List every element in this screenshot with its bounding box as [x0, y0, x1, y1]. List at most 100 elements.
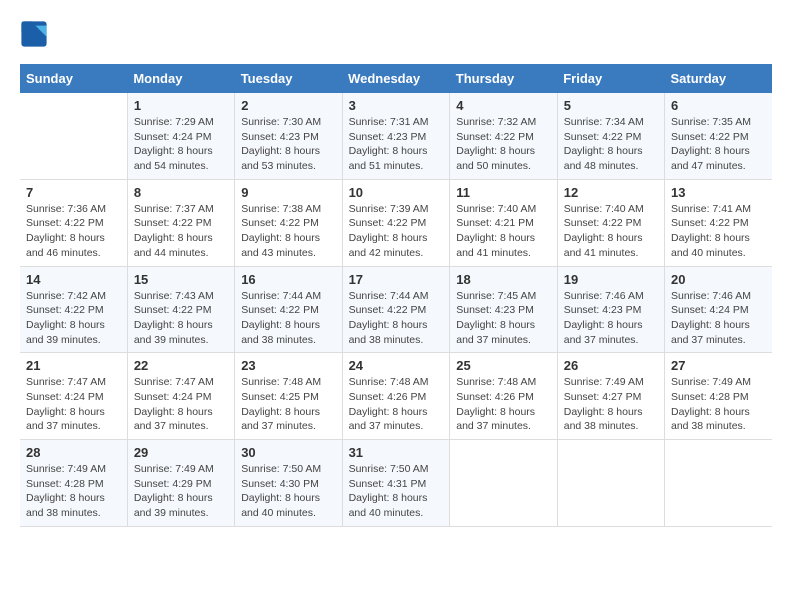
calendar-cell: 28 Sunrise: 7:49 AM Sunset: 4:28 PM Dayli…	[20, 440, 127, 527]
logo-icon	[20, 20, 48, 48]
day-number: 2	[241, 98, 335, 113]
calendar-cell	[665, 440, 773, 527]
calendar-cell	[450, 440, 557, 527]
day-number: 14	[26, 272, 121, 287]
day-info: Sunrise: 7:50 AM Sunset: 4:30 PM Dayligh…	[241, 462, 335, 521]
calendar-cell: 20 Sunrise: 7:46 AM Sunset: 4:24 PM Dayli…	[665, 266, 773, 353]
weekday-header-friday: Friday	[557, 64, 664, 93]
day-number: 31	[349, 445, 444, 460]
day-number: 26	[564, 358, 658, 373]
day-info: Sunrise: 7:40 AM Sunset: 4:22 PM Dayligh…	[564, 202, 658, 261]
day-number: 7	[26, 185, 121, 200]
calendar-cell: 15 Sunrise: 7:43 AM Sunset: 4:22 PM Dayli…	[127, 266, 234, 353]
day-info: Sunrise: 7:49 AM Sunset: 4:27 PM Dayligh…	[564, 375, 658, 434]
day-info: Sunrise: 7:34 AM Sunset: 4:22 PM Dayligh…	[564, 115, 658, 174]
day-number: 15	[134, 272, 228, 287]
day-number: 21	[26, 358, 121, 373]
day-number: 18	[456, 272, 550, 287]
day-number: 27	[671, 358, 766, 373]
day-number: 30	[241, 445, 335, 460]
calendar-cell: 29 Sunrise: 7:49 AM Sunset: 4:29 PM Dayli…	[127, 440, 234, 527]
calendar-cell: 25 Sunrise: 7:48 AM Sunset: 4:26 PM Dayli…	[450, 353, 557, 440]
day-number: 9	[241, 185, 335, 200]
weekday-header-sunday: Sunday	[20, 64, 127, 93]
calendar-week-row: 28 Sunrise: 7:49 AM Sunset: 4:28 PM Dayli…	[20, 440, 772, 527]
calendar-cell: 16 Sunrise: 7:44 AM Sunset: 4:22 PM Dayli…	[235, 266, 342, 353]
calendar-week-row: 7 Sunrise: 7:36 AM Sunset: 4:22 PM Daylig…	[20, 179, 772, 266]
weekday-header-monday: Monday	[127, 64, 234, 93]
calendar-cell: 6Sunrise: 7:35 AM Sunset: 4:22 PM Daylig…	[665, 93, 773, 179]
day-number: 19	[564, 272, 658, 287]
day-number: 16	[241, 272, 335, 287]
calendar-cell: 11Sunrise: 7:40 AM Sunset: 4:21 PM Dayli…	[450, 179, 557, 266]
calendar-week-row: 21 Sunrise: 7:47 AM Sunset: 4:24 PM Dayli…	[20, 353, 772, 440]
day-info: Sunrise: 7:49 AM Sunset: 4:28 PM Dayligh…	[671, 375, 766, 434]
calendar-cell: 10 Sunrise: 7:39 AM Sunset: 4:22 PM Dayli…	[342, 179, 450, 266]
day-number: 11	[456, 185, 550, 200]
day-info: Sunrise: 7:45 AM Sunset: 4:23 PM Dayligh…	[456, 289, 550, 348]
calendar-cell: 12 Sunrise: 7:40 AM Sunset: 4:22 PM Dayli…	[557, 179, 664, 266]
page-header	[20, 20, 772, 48]
day-info: Sunrise: 7:47 AM Sunset: 4:24 PM Dayligh…	[134, 375, 228, 434]
day-info: Sunrise: 7:47 AM Sunset: 4:24 PM Dayligh…	[26, 375, 121, 434]
day-info: Sunrise: 7:46 AM Sunset: 4:23 PM Dayligh…	[564, 289, 658, 348]
calendar-cell: 30 Sunrise: 7:50 AM Sunset: 4:30 PM Dayli…	[235, 440, 342, 527]
weekday-header-tuesday: Tuesday	[235, 64, 342, 93]
calendar-cell: 22Sunrise: 7:47 AM Sunset: 4:24 PM Dayli…	[127, 353, 234, 440]
day-number: 5	[564, 98, 658, 113]
calendar-cell: 24 Sunrise: 7:48 AM Sunset: 4:26 PM Dayli…	[342, 353, 450, 440]
day-info: Sunrise: 7:48 AM Sunset: 4:26 PM Dayligh…	[349, 375, 444, 434]
day-info: Sunrise: 7:44 AM Sunset: 4:22 PM Dayligh…	[241, 289, 335, 348]
day-number: 28	[26, 445, 121, 460]
calendar-cell: 21 Sunrise: 7:47 AM Sunset: 4:24 PM Dayli…	[20, 353, 127, 440]
day-number: 24	[349, 358, 444, 373]
day-number: 20	[671, 272, 766, 287]
calendar-cell: 26 Sunrise: 7:49 AM Sunset: 4:27 PM Dayli…	[557, 353, 664, 440]
day-number: 8	[134, 185, 228, 200]
calendar-cell: 4Sunrise: 7:32 AM Sunset: 4:22 PM Daylig…	[450, 93, 557, 179]
day-info: Sunrise: 7:32 AM Sunset: 4:22 PM Dayligh…	[456, 115, 550, 174]
weekday-header-wednesday: Wednesday	[342, 64, 450, 93]
day-info: Sunrise: 7:43 AM Sunset: 4:22 PM Dayligh…	[134, 289, 228, 348]
day-info: Sunrise: 7:41 AM Sunset: 4:22 PM Dayligh…	[671, 202, 766, 261]
day-info: Sunrise: 7:35 AM Sunset: 4:22 PM Dayligh…	[671, 115, 766, 174]
day-number: 13	[671, 185, 766, 200]
day-info: Sunrise: 7:42 AM Sunset: 4:22 PM Dayligh…	[26, 289, 121, 348]
weekday-header-saturday: Saturday	[665, 64, 773, 93]
weekday-header-row: SundayMondayTuesdayWednesdayThursdayFrid…	[20, 64, 772, 93]
day-info: Sunrise: 7:50 AM Sunset: 4:31 PM Dayligh…	[349, 462, 444, 521]
day-info: Sunrise: 7:30 AM Sunset: 4:23 PM Dayligh…	[241, 115, 335, 174]
day-info: Sunrise: 7:36 AM Sunset: 4:22 PM Dayligh…	[26, 202, 121, 261]
calendar-cell: 7 Sunrise: 7:36 AM Sunset: 4:22 PM Daylig…	[20, 179, 127, 266]
calendar-cell: 8 Sunrise: 7:37 AM Sunset: 4:22 PM Daylig…	[127, 179, 234, 266]
day-info: Sunrise: 7:46 AM Sunset: 4:24 PM Dayligh…	[671, 289, 766, 348]
day-number: 10	[349, 185, 444, 200]
day-number: 23	[241, 358, 335, 373]
day-number: 25	[456, 358, 550, 373]
calendar-cell: 31 Sunrise: 7:50 AM Sunset: 4:31 PM Dayli…	[342, 440, 450, 527]
calendar-cell: 27 Sunrise: 7:49 AM Sunset: 4:28 PM Dayli…	[665, 353, 773, 440]
day-info: Sunrise: 7:37 AM Sunset: 4:22 PM Dayligh…	[134, 202, 228, 261]
day-info: Sunrise: 7:44 AM Sunset: 4:22 PM Dayligh…	[349, 289, 444, 348]
day-number: 12	[564, 185, 658, 200]
day-number: 17	[349, 272, 444, 287]
calendar-table: SundayMondayTuesdayWednesdayThursdayFrid…	[20, 64, 772, 527]
day-info: Sunrise: 7:48 AM Sunset: 4:25 PM Dayligh…	[241, 375, 335, 434]
calendar-cell: 14 Sunrise: 7:42 AM Sunset: 4:22 PM Dayli…	[20, 266, 127, 353]
day-number: 3	[349, 98, 444, 113]
calendar-week-row: 1Sunrise: 7:29 AM Sunset: 4:24 PM Daylig…	[20, 93, 772, 179]
calendar-cell: 2 Sunrise: 7:30 AM Sunset: 4:23 PM Daylig…	[235, 93, 342, 179]
day-info: Sunrise: 7:49 AM Sunset: 4:28 PM Dayligh…	[26, 462, 121, 521]
calendar-cell	[20, 93, 127, 179]
calendar-cell: 5 Sunrise: 7:34 AM Sunset: 4:22 PM Daylig…	[557, 93, 664, 179]
day-info: Sunrise: 7:39 AM Sunset: 4:22 PM Dayligh…	[349, 202, 444, 261]
calendar-cell: 1Sunrise: 7:29 AM Sunset: 4:24 PM Daylig…	[127, 93, 234, 179]
logo	[20, 20, 50, 48]
calendar-cell: 3Sunrise: 7:31 AM Sunset: 4:23 PM Daylig…	[342, 93, 450, 179]
day-number: 29	[134, 445, 228, 460]
calendar-cell: 13 Sunrise: 7:41 AM Sunset: 4:22 PM Dayli…	[665, 179, 773, 266]
calendar-cell: 17 Sunrise: 7:44 AM Sunset: 4:22 PM Dayli…	[342, 266, 450, 353]
weekday-header-thursday: Thursday	[450, 64, 557, 93]
day-info: Sunrise: 7:48 AM Sunset: 4:26 PM Dayligh…	[456, 375, 550, 434]
day-info: Sunrise: 7:49 AM Sunset: 4:29 PM Dayligh…	[134, 462, 228, 521]
